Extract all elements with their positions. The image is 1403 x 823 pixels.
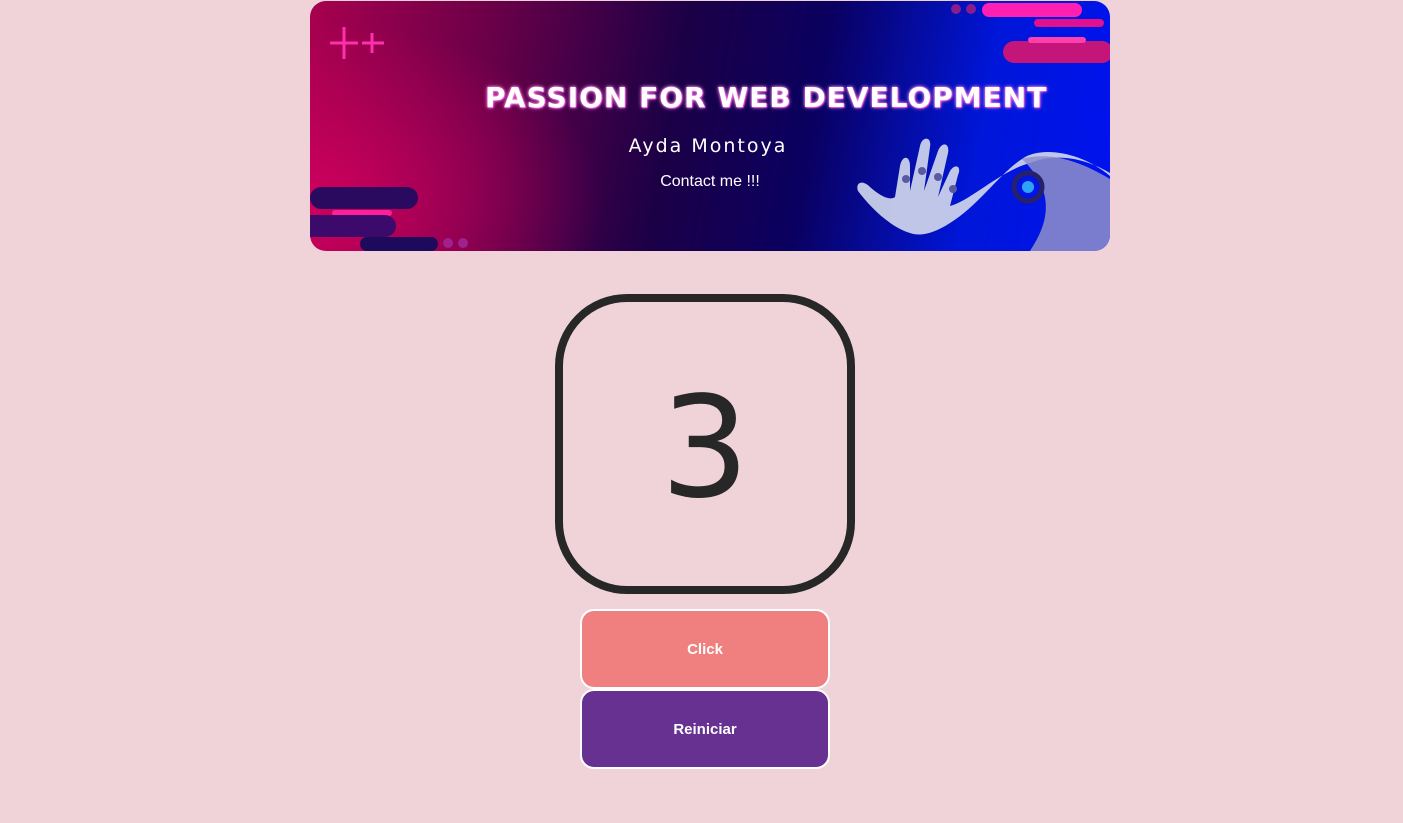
author-name: Ayda Montoya xyxy=(628,135,788,157)
header-banner: PASSION FOR WEB DEVELOPMENT Ayda Montoya… xyxy=(310,1,1110,251)
decor-dot xyxy=(951,4,961,14)
banner-title: PASSION FOR WEB DEVELOPMENT xyxy=(485,81,1048,114)
banner-decoration xyxy=(310,3,1110,251)
decor-dot xyxy=(458,238,468,248)
robot-hand-image xyxy=(857,138,1110,251)
decor-dot xyxy=(443,238,453,248)
click-button[interactable]: Click xyxy=(580,609,830,689)
page: PASSION FOR WEB DEVELOPMENT Ayda Montoya… xyxy=(0,0,1403,823)
decor-pill xyxy=(1034,19,1104,27)
decor-pill xyxy=(310,187,418,209)
decor-pill xyxy=(310,215,396,237)
decor-pill xyxy=(360,237,438,251)
decor-pill xyxy=(1003,41,1110,63)
counter-value: 3 xyxy=(660,367,750,530)
reset-button[interactable]: Reiniciar xyxy=(580,689,830,769)
decor-pill xyxy=(982,3,1082,17)
contact-link[interactable]: Contact me !!! xyxy=(610,173,810,191)
decor-pill xyxy=(1028,37,1086,43)
decor-dot xyxy=(966,4,976,14)
plus-decoration-icon xyxy=(330,27,384,59)
counter-display: 3 xyxy=(555,294,855,594)
